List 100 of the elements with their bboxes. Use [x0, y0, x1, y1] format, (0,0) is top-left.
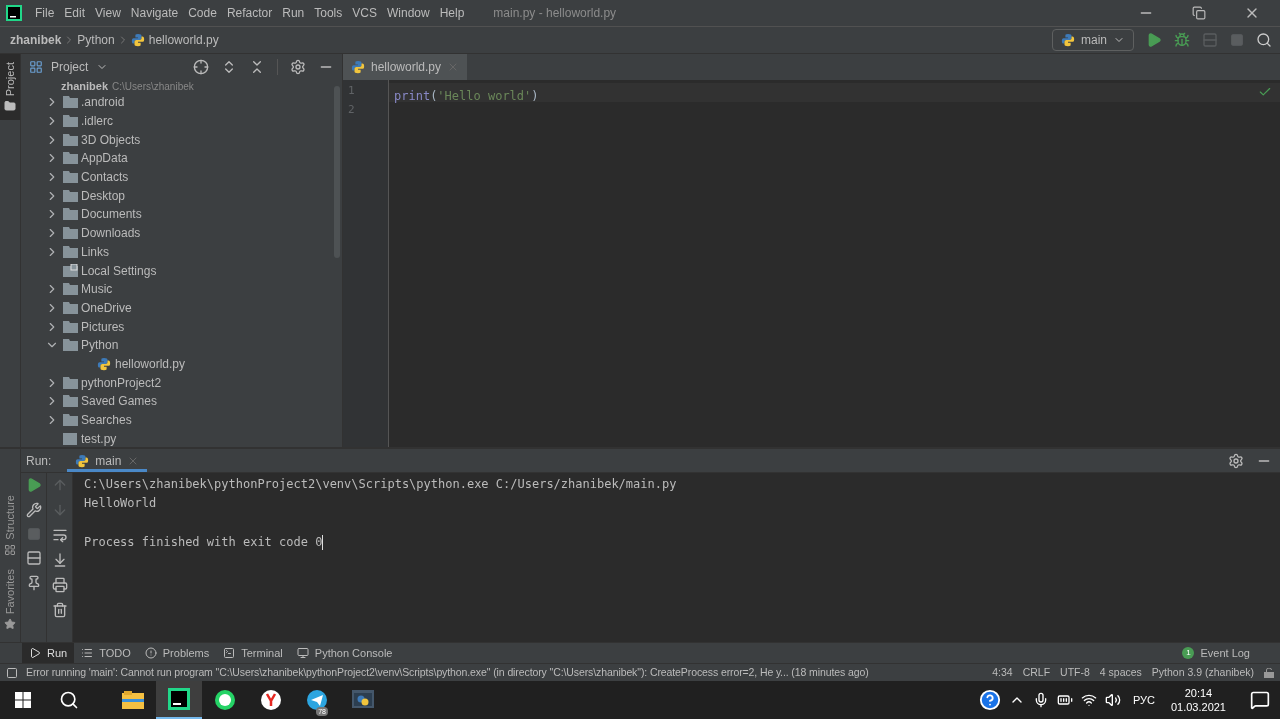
console-line: C:\Users\zhanibek\pythonProject2\venv\Scripts\python.exe C:/Users/zhanibek/main.py: [84, 475, 677, 493]
tree-item[interactable]: Links: [81, 242, 109, 261]
status-item[interactable]: 4:34: [992, 664, 1013, 681]
tree-item[interactable]: .idlerc: [81, 112, 113, 131]
lock-icon: [1264, 667, 1274, 678]
clock-time[interactable]: 20:14: [1184, 686, 1213, 700]
tree-item[interactable]: Downloads: [81, 224, 141, 243]
keyboard-language[interactable]: РУС: [1132, 691, 1155, 709]
structure-icon: [4, 543, 16, 556]
folder-icon: [4, 100, 16, 113]
tree-item[interactable]: Python: [81, 336, 119, 355]
menu-item[interactable]: Help: [434, 4, 470, 22]
folder-icon: [62, 227, 78, 240]
battery-icon[interactable]: [1056, 692, 1073, 708]
run-config-dropdown[interactable]: main: [1052, 29, 1134, 51]
editor-tab[interactable]: helloworld.py: [343, 54, 468, 80]
star-icon: [4, 618, 16, 630]
tool-window-tab[interactable]: Structure: [0, 491, 20, 560]
tree-item[interactable]: OneDrive: [81, 298, 132, 317]
menu-item[interactable]: VCS: [347, 4, 382, 22]
tree-item[interactable]: Desktop: [81, 186, 126, 205]
breadcrumb[interactable]: zhanibek: [10, 31, 62, 49]
folder-icon: [62, 133, 78, 146]
tree-item[interactable]: Contacts: [81, 168, 129, 187]
taskbar-app[interactable]: [156, 681, 202, 719]
layout-icon[interactable]: [25, 550, 42, 566]
menu-item[interactable]: Edit: [59, 4, 91, 22]
tree-item[interactable]: .android: [81, 93, 125, 112]
tree-item[interactable]: Pictures: [81, 317, 125, 336]
folder-icon: [62, 301, 78, 314]
folder-icon: [62, 115, 78, 128]
menu-item[interactable]: Code: [183, 4, 222, 22]
app-logo-icon: [6, 5, 22, 21]
python-window-icon: [352, 690, 374, 710]
menu-item[interactable]: Window: [381, 4, 435, 22]
tool-tab[interactable]: Python Console: [289, 643, 400, 663]
status-item[interactable]: 4 spaces: [1099, 664, 1142, 681]
tool-window-tab[interactable]: Favorites: [0, 564, 20, 634]
windows-logo-icon[interactable]: [15, 692, 31, 708]
locate-icon[interactable]: [193, 59, 209, 75]
tree-item[interactable]: Saved Games: [81, 392, 158, 411]
tree-root[interactable]: zhanibek: [61, 80, 109, 93]
tree-item[interactable]: Documents: [81, 205, 142, 224]
tree-item[interactable]: Music: [81, 280, 113, 299]
folder-icon: [62, 189, 78, 202]
tree-item[interactable]: helloworld.py: [115, 354, 186, 373]
notifications-icon[interactable]: [1250, 690, 1270, 710]
panel-title[interactable]: Project: [51, 58, 89, 76]
status-toggle-icon[interactable]: [6, 666, 18, 679]
tool-tab[interactable]: Terminal: [216, 643, 290, 663]
tool-window-tab[interactable]: Project: [0, 54, 20, 121]
tree-item[interactable]: pythonProject2: [81, 373, 162, 392]
wrench-icon[interactable]: [25, 502, 42, 518]
file-icon: [63, 432, 77, 445]
tree-item[interactable]: AppData: [81, 149, 128, 168]
breadcrumb[interactable]: helloworld.py: [148, 31, 219, 49]
clock-date[interactable]: 01.03.2021: [1170, 700, 1226, 714]
menu-item[interactable]: Tools: [309, 4, 348, 22]
event-log-tab[interactable]: 1 Event Log: [1182, 643, 1280, 663]
tree-item[interactable]: Searches: [81, 411, 132, 430]
menu-item[interactable]: Navigate: [125, 4, 184, 22]
run-icon[interactable]: [1146, 32, 1162, 48]
status-message[interactable]: Error running 'main': Cannot run program "C:\Users\zhanibek\pythonProject2\venv\Scripts\python.exe" (in directory "C:\Users\zhanibek"): CreateProcess error=2, Не у... (18 minutes ago): [26, 664, 869, 681]
folder-icon: [62, 283, 78, 296]
status-item[interactable]: CRLF: [1022, 664, 1051, 681]
folder-icon: [62, 414, 78, 427]
status-item[interactable]: UTF-8: [1060, 664, 1090, 681]
soft-wrap-icon[interactable]: [51, 527, 68, 543]
menu-item[interactable]: Refactor: [221, 4, 278, 22]
tool-tab[interactable]: Run: [22, 643, 75, 663]
folder-icon: [62, 152, 78, 165]
folder-icon: [62, 245, 78, 258]
tool-tab-icon: [296, 647, 309, 659]
breadcrumb[interactable]: Python: [77, 31, 115, 49]
console-tab[interactable]: main: [67, 449, 148, 472]
tree-item[interactable]: Local Settings: [81, 261, 157, 280]
search-icon[interactable]: [1256, 32, 1272, 48]
debug-icon[interactable]: [1174, 32, 1190, 48]
tool-tab[interactable]: Problems: [137, 643, 217, 663]
chat-bubble-icon: [214, 689, 236, 711]
console-line: Process finished with exit code 0: [84, 534, 323, 552]
menu-item[interactable]: View: [90, 4, 126, 22]
settings-icon[interactable]: [1228, 452, 1244, 469]
tool-tab-icon: [223, 647, 236, 659]
search-icon[interactable]: [59, 690, 79, 710]
restore-icon[interactable]: [1192, 6, 1206, 20]
help-icon[interactable]: [978, 689, 1001, 711]
tree-item[interactable]: 3D Objects: [81, 130, 141, 149]
menu-item[interactable]: File: [30, 4, 60, 22]
window-title: main.py - helloworld.py: [493, 5, 617, 22]
tree-item[interactable]: test.py: [81, 429, 117, 447]
volume-icon[interactable]: [1104, 692, 1121, 708]
tool-tab[interactable]: TODO: [74, 643, 138, 663]
settings-icon[interactable]: [290, 59, 306, 75]
project-view-icon: [29, 60, 43, 74]
wifi-icon[interactable]: [1080, 692, 1097, 708]
trash-icon[interactable]: [51, 602, 68, 618]
print-icon[interactable]: [51, 577, 68, 593]
status-item[interactable]: Python 3.9 (zhanibek): [1151, 664, 1254, 681]
menu-item[interactable]: Run: [277, 4, 310, 22]
